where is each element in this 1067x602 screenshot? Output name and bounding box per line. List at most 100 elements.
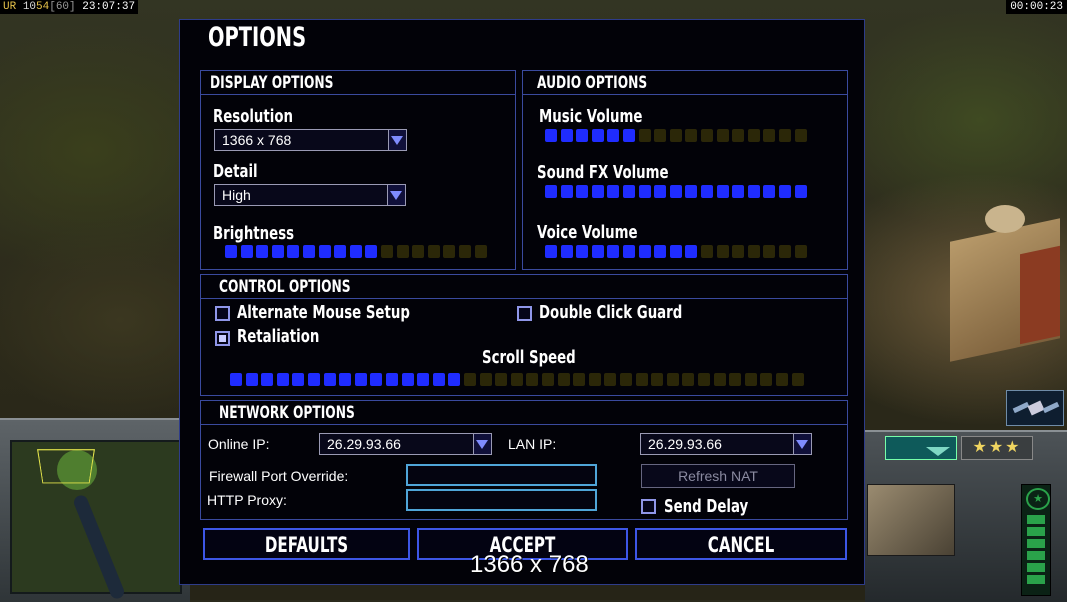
slider-segment[interactable] — [623, 185, 635, 198]
slider-segment[interactable] — [588, 373, 601, 386]
slider-segment[interactable] — [701, 129, 713, 142]
slider-segment[interactable] — [747, 129, 760, 142]
slider-segment[interactable] — [370, 373, 383, 386]
alternate-mouse-label[interactable]: Alternate Mouse Setup — [237, 302, 410, 323]
slider-segment[interactable] — [495, 373, 508, 386]
send-delay-label[interactable]: Send Delay — [664, 496, 748, 517]
slider-segment[interactable] — [716, 245, 729, 258]
slider-segment[interactable] — [323, 373, 336, 386]
online-ip-dropdown[interactable]: 26.29.93.66 — [319, 433, 492, 455]
slider-segment[interactable] — [365, 245, 378, 258]
slider-segment[interactable] — [747, 185, 760, 198]
slider-segment[interactable] — [607, 129, 620, 142]
slider-segment[interactable] — [794, 245, 807, 258]
slider-segment[interactable] — [763, 185, 776, 198]
slider-segment[interactable] — [685, 129, 698, 142]
dropdown-button[interactable] — [793, 434, 811, 454]
slider-segment[interactable] — [607, 245, 620, 258]
slider-segment[interactable] — [334, 245, 347, 258]
alternate-mouse-checkbox[interactable] — [215, 306, 230, 321]
slider-segment[interactable] — [794, 185, 807, 198]
slider-segment[interactable] — [261, 373, 274, 386]
slider-segment[interactable] — [779, 129, 791, 142]
slider-segment[interactable] — [225, 245, 237, 258]
defaults-button[interactable]: DEFAULTS — [203, 528, 410, 560]
slider-segment[interactable] — [713, 373, 726, 386]
unit-portrait[interactable] — [867, 484, 955, 556]
slider-segment[interactable] — [685, 185, 698, 198]
slider-segment[interactable] — [349, 245, 362, 258]
slider-segment[interactable] — [638, 129, 651, 142]
slider-segment[interactable] — [763, 129, 776, 142]
slider-segment[interactable] — [526, 373, 539, 386]
slider-segment[interactable] — [443, 245, 456, 258]
slider-segment[interactable] — [287, 245, 300, 258]
cancel-button[interactable]: CANCEL — [635, 528, 847, 560]
slider-segment[interactable] — [230, 373, 242, 386]
slider-segment[interactable] — [763, 245, 776, 258]
lan-ip-dropdown[interactable]: 26.29.93.66 — [640, 433, 812, 455]
slider-segment[interactable] — [698, 373, 710, 386]
firewall-port-input[interactable] — [406, 464, 597, 486]
slider-segment[interactable] — [623, 245, 635, 258]
slider-segment[interactable] — [638, 185, 651, 198]
satellite-icon[interactable] — [1006, 390, 1064, 426]
slider-segment[interactable] — [396, 245, 409, 258]
slider-segment[interactable] — [591, 245, 604, 258]
slider-segment[interactable] — [591, 129, 604, 142]
slider-segment[interactable] — [654, 185, 667, 198]
slider-segment[interactable] — [732, 185, 745, 198]
slider-segment[interactable] — [459, 245, 471, 258]
slider-segment[interactable] — [604, 373, 617, 386]
slider-segment[interactable] — [573, 373, 586, 386]
slider-segment[interactable] — [732, 129, 745, 142]
slider-segment[interactable] — [623, 129, 635, 142]
slider-segment[interactable] — [240, 245, 253, 258]
slider-segment[interactable] — [635, 373, 648, 386]
slider-segment[interactable] — [386, 373, 398, 386]
slider-segment[interactable] — [542, 373, 554, 386]
slider-segment[interactable] — [308, 373, 320, 386]
slider-segment[interactable] — [303, 245, 315, 258]
slider-segment[interactable] — [560, 245, 573, 258]
slider-segment[interactable] — [576, 129, 589, 142]
slider-segment[interactable] — [510, 373, 523, 386]
slider-segment[interactable] — [245, 373, 258, 386]
slider-segment[interactable] — [560, 185, 573, 198]
send-delay-checkbox[interactable] — [641, 499, 656, 514]
slider-segment[interactable] — [607, 185, 620, 198]
slider-segment[interactable] — [560, 129, 573, 142]
slider-segment[interactable] — [669, 245, 682, 258]
minimap[interactable] — [10, 440, 182, 601]
slider-segment[interactable] — [354, 373, 367, 386]
slider-segment[interactable] — [682, 373, 695, 386]
refresh-nat-button[interactable]: Refresh NAT — [641, 464, 795, 488]
slider-segment[interactable] — [545, 129, 557, 142]
slider-segment[interactable] — [412, 245, 425, 258]
slider-segment[interactable] — [729, 373, 742, 386]
slider-segment[interactable] — [417, 373, 430, 386]
dropdown-button[interactable] — [473, 434, 491, 454]
slider-segment[interactable] — [292, 373, 305, 386]
slider-segment[interactable] — [474, 245, 487, 258]
slider-segment[interactable] — [432, 373, 445, 386]
slider-segment[interactable] — [479, 373, 492, 386]
slider-segment[interactable] — [276, 373, 289, 386]
slider-segment[interactable] — [545, 185, 557, 198]
slider-segment[interactable] — [716, 129, 729, 142]
slider-segment[interactable] — [654, 129, 667, 142]
slider-segment[interactable] — [732, 245, 745, 258]
slider-segment[interactable] — [744, 373, 757, 386]
slider-segment[interactable] — [669, 185, 682, 198]
slider-segment[interactable] — [448, 373, 461, 386]
slider-segment[interactable] — [638, 245, 651, 258]
double-click-guard-label[interactable]: Double Click Guard — [539, 302, 682, 323]
slider-segment[interactable] — [427, 245, 440, 258]
slider-segment[interactable] — [685, 245, 698, 258]
slider-segment[interactable] — [318, 245, 331, 258]
slider-segment[interactable] — [464, 373, 476, 386]
detail-dropdown[interactable]: High — [214, 184, 406, 206]
dropdown-button[interactable] — [388, 130, 406, 150]
slider-segment[interactable] — [779, 245, 791, 258]
slider-segment[interactable] — [794, 129, 807, 142]
